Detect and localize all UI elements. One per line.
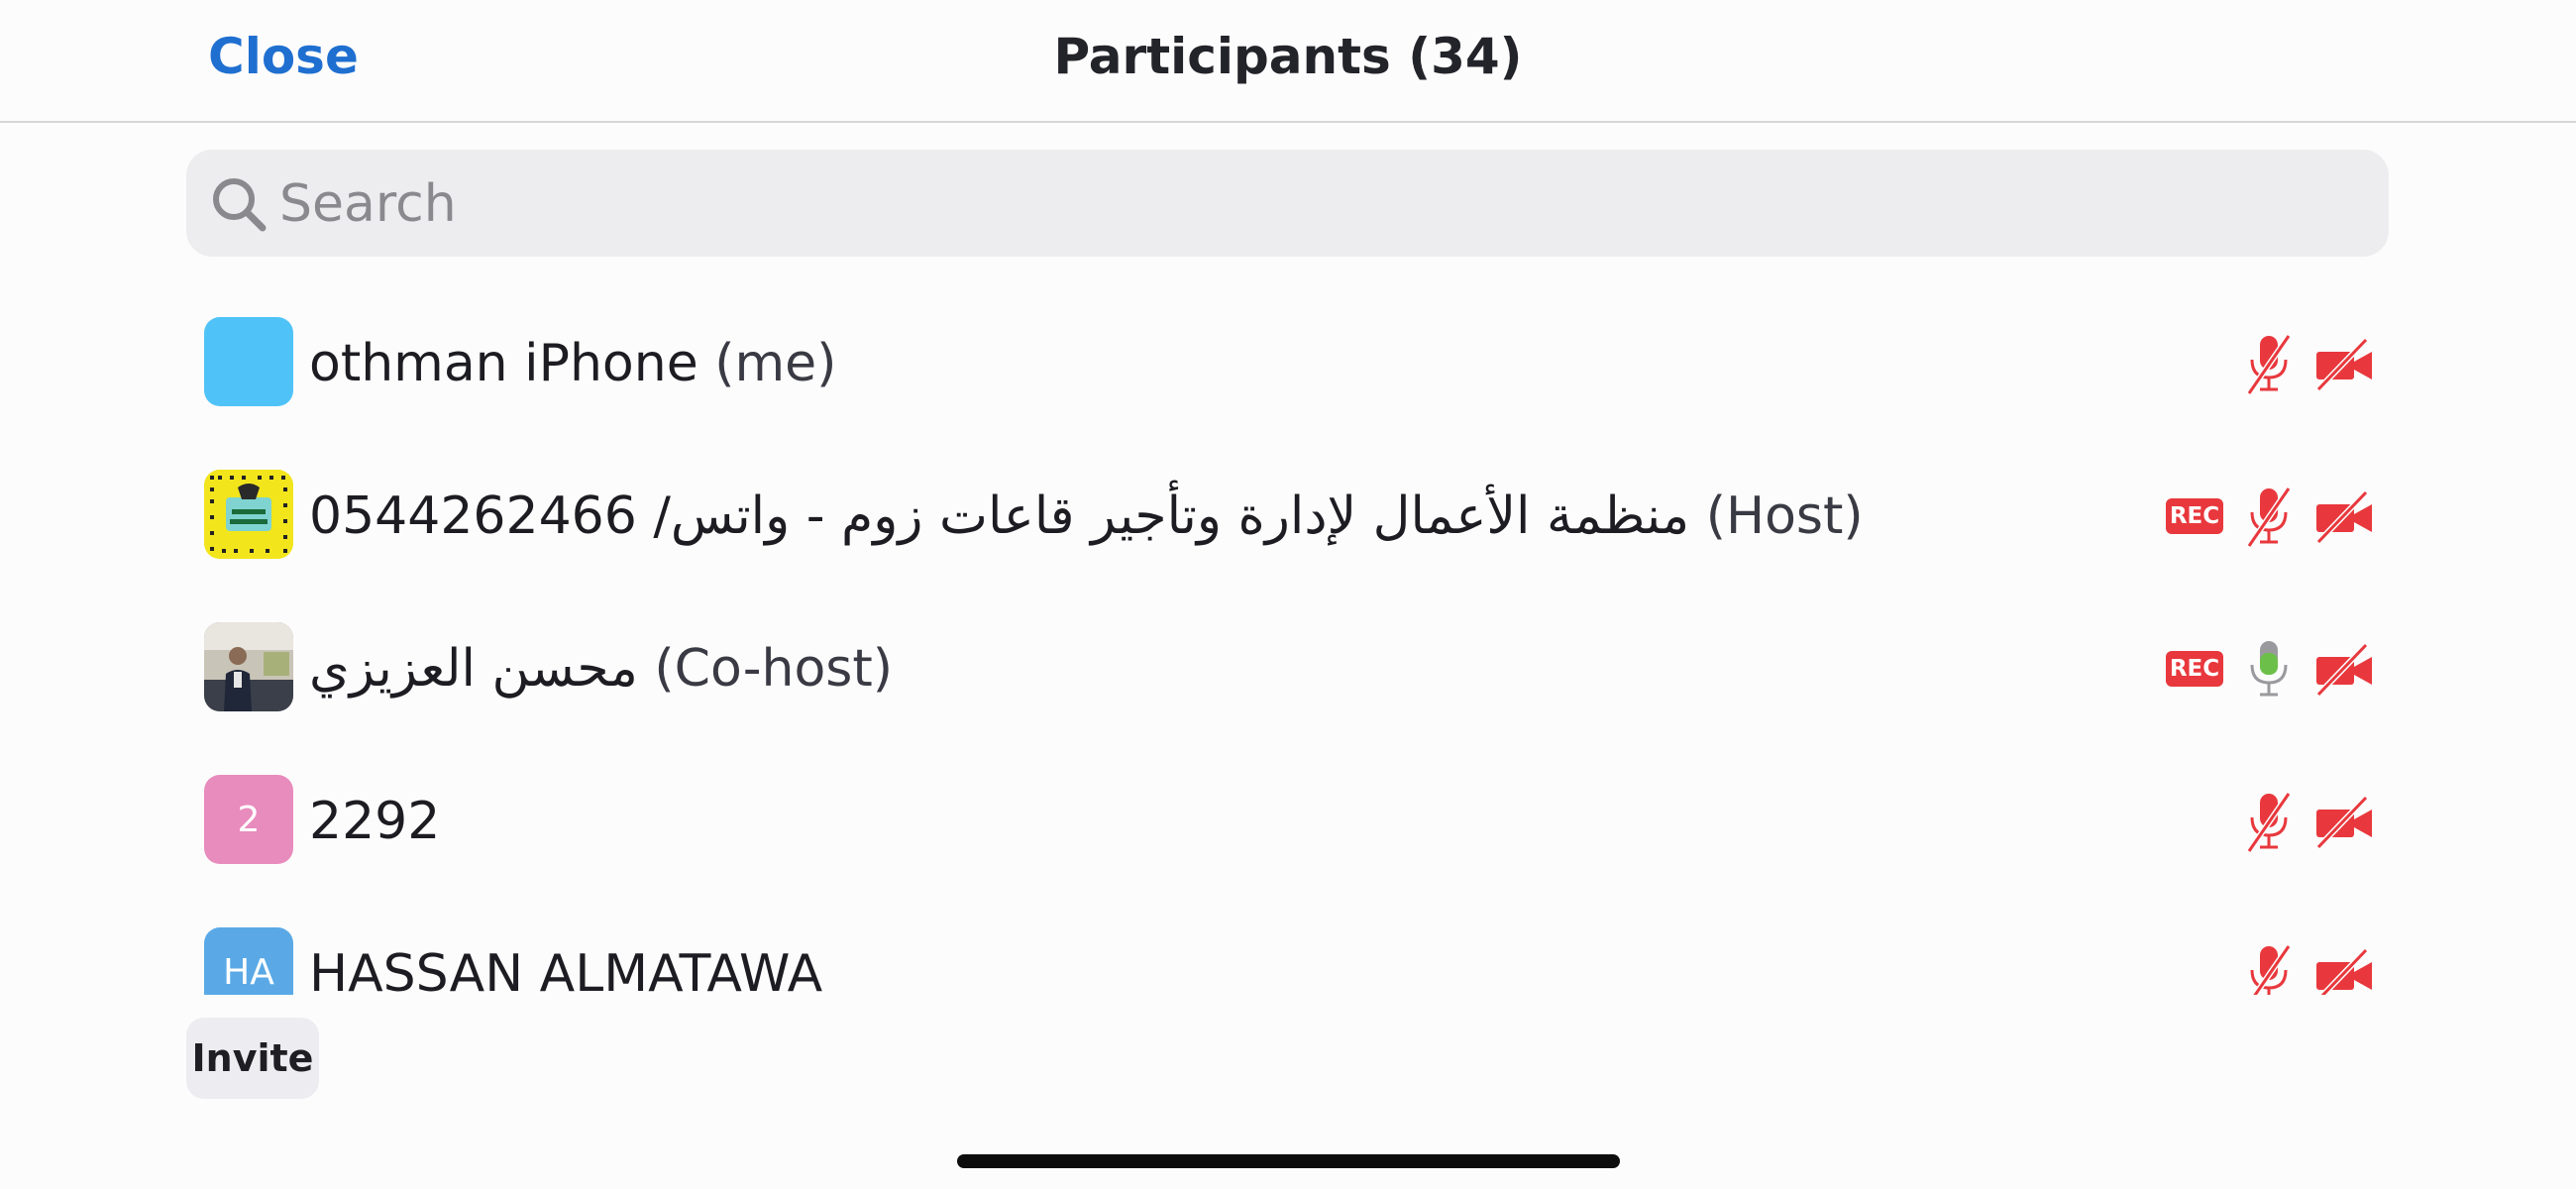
participant-name: othman iPhone (me) xyxy=(309,287,836,440)
participant-row[interactable]: HA HASSAN ALMATAWA xyxy=(0,898,2576,995)
participant-role: (Co-host) xyxy=(654,639,894,699)
participant-row[interactable]: منظمة الأعمال لإدارة وتأجير قاعات زوم - … xyxy=(0,440,2576,593)
page-title: Participants (34) xyxy=(1053,28,1523,85)
participant-name-text: منظمة الأعمال لإدارة وتأجير قاعات زوم - … xyxy=(309,486,1690,546)
participant-name: محسن العزيزي (Co-host) xyxy=(309,593,893,745)
video-off-icon[interactable] xyxy=(2314,488,2374,544)
avatar: 2 xyxy=(204,775,293,864)
participant-status-icons xyxy=(2241,329,2374,398)
participant-status-icons xyxy=(2241,787,2374,856)
snapcode-avatar-image xyxy=(204,470,293,559)
search-icon xyxy=(213,178,267,232)
search-input[interactable] xyxy=(277,150,2342,259)
invite-button[interactable]: Invite xyxy=(186,1018,319,1099)
participant-name-text: 2292 xyxy=(309,792,441,851)
video-off-icon[interactable] xyxy=(2314,336,2374,391)
participant-name: HASSAN ALMATAWA xyxy=(309,898,822,995)
video-off-icon[interactable] xyxy=(2314,794,2374,849)
video-off-icon[interactable] xyxy=(2314,641,2374,697)
video-off-icon[interactable] xyxy=(2314,946,2374,995)
participant-role: (me) xyxy=(714,334,837,393)
mic-muted-icon[interactable] xyxy=(2241,332,2297,395)
mic-muted-icon[interactable] xyxy=(2241,485,2297,548)
participant-name: منظمة الأعمال لإدارة وتأجير قاعات زوم - … xyxy=(309,440,1864,593)
avatar xyxy=(204,317,293,406)
participant-status-icons xyxy=(2241,939,2374,995)
participant-row[interactable]: محسن العزيزي (Co-host) REC xyxy=(0,593,2576,745)
mic-muted-icon[interactable] xyxy=(2241,942,2297,995)
header-bar: Close Participants (34) xyxy=(0,0,2576,123)
participants-list: othman iPhone (me) منظمة الأعمال لإدارة … xyxy=(0,287,2576,995)
recording-badge: REC xyxy=(2166,651,2223,687)
home-indicator[interactable] xyxy=(957,1154,1620,1168)
search-bar[interactable] xyxy=(186,150,2389,259)
participant-role: (Host) xyxy=(1705,486,1864,546)
mic-on-icon[interactable] xyxy=(2241,637,2297,701)
recording-badge: REC xyxy=(2166,498,2223,534)
participant-name-text: othman iPhone xyxy=(309,334,698,393)
profile-photo-avatar-image xyxy=(204,622,293,711)
participant-name-text: HASSAN ALMATAWA xyxy=(309,944,823,995)
participant-row[interactable]: othman iPhone (me) xyxy=(0,287,2576,440)
participant-status-icons: REC xyxy=(2166,634,2374,703)
participant-status-icons: REC xyxy=(2166,482,2374,551)
participant-name: 2292 xyxy=(309,745,440,898)
participant-name-text: محسن العزيزي xyxy=(309,639,638,699)
mic-muted-icon[interactable] xyxy=(2241,790,2297,853)
avatar: HA xyxy=(204,927,293,995)
avatar xyxy=(204,470,293,559)
participant-row[interactable]: 2 2292 xyxy=(0,745,2576,898)
avatar xyxy=(204,622,293,711)
